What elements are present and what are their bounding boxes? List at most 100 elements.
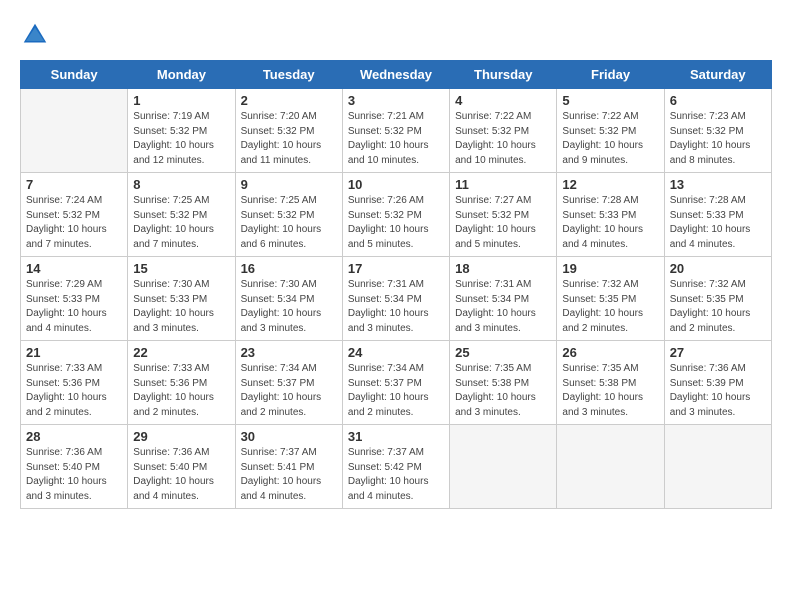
calendar-week-row: 14 Sunrise: 7:29 AM Sunset: 5:33 PM Dayli…: [21, 257, 772, 341]
day-of-week-header: Saturday: [664, 61, 771, 89]
calendar-week-row: 7 Sunrise: 7:24 AM Sunset: 5:32 PM Daylig…: [21, 173, 772, 257]
day-info: Sunrise: 7:28 AM Sunset: 5:33 PM Dayligh…: [562, 194, 658, 252]
calendar-day-cell: 11 Sunrise: 7:27 AM Sunset: 5:32 PM Dayli…: [450, 173, 557, 257]
day-info: Sunrise: 7:37 AM Sunset: 5:41 PM Dayligh…: [241, 446, 337, 504]
day-number: 18: [455, 261, 551, 276]
day-number: 13: [670, 177, 766, 192]
day-info: Sunrise: 7:33 AM Sunset: 5:36 PM Dayligh…: [26, 362, 122, 420]
day-number: 1: [133, 93, 229, 108]
day-of-week-header: Sunday: [21, 61, 128, 89]
day-number: 23: [241, 345, 337, 360]
calendar-day-cell: 6 Sunrise: 7:23 AM Sunset: 5:32 PM Daylig…: [664, 89, 771, 173]
calendar-week-row: 28Sunrise: 7:36 AM Sunset: 5:40 PM Dayli…: [21, 425, 772, 509]
day-info: Sunrise: 7:31 AM Sunset: 5:34 PM Dayligh…: [348, 278, 444, 336]
day-number: 9: [241, 177, 337, 192]
day-info: Sunrise: 7:19 AM Sunset: 5:32 PM Dayligh…: [133, 110, 229, 168]
calendar-day-cell: 24 Sunrise: 7:34 AM Sunset: 5:37 PM Dayli…: [342, 341, 449, 425]
day-info: Sunrise: 7:36 AM Sunset: 5:39 PM Dayligh…: [670, 362, 766, 420]
logo-icon: [20, 20, 50, 50]
calendar-day-cell: [557, 425, 664, 509]
calendar-day-cell: 5 Sunrise: 7:22 AM Sunset: 5:32 PM Daylig…: [557, 89, 664, 173]
day-info: Sunrise: 7:25 AM Sunset: 5:32 PM Dayligh…: [133, 194, 229, 252]
calendar-table: SundayMondayTuesdayWednesdayThursdayFrid…: [20, 60, 772, 509]
day-info: Sunrise: 7:32 AM Sunset: 5:35 PM Dayligh…: [670, 278, 766, 336]
day-number: 26: [562, 345, 658, 360]
calendar-day-cell: 22 Sunrise: 7:33 AM Sunset: 5:36 PM Dayli…: [128, 341, 235, 425]
calendar-day-cell: 31 Sunrise: 7:37 AM Sunset: 5:42 PM Dayli…: [342, 425, 449, 509]
calendar-day-cell: 10Sunrise: 7:26 AM Sunset: 5:32 PM Dayli…: [342, 173, 449, 257]
calendar-day-cell: 12 Sunrise: 7:28 AM Sunset: 5:33 PM Dayli…: [557, 173, 664, 257]
day-number: 27: [670, 345, 766, 360]
day-number: 8: [133, 177, 229, 192]
day-number: 6: [670, 93, 766, 108]
day-number: 22: [133, 345, 229, 360]
calendar-day-cell: 4 Sunrise: 7:22 AM Sunset: 5:32 PM Daylig…: [450, 89, 557, 173]
day-number: 19: [562, 261, 658, 276]
day-info: Sunrise: 7:31 AM Sunset: 5:34 PM Dayligh…: [455, 278, 551, 336]
day-info: Sunrise: 7:26 AM Sunset: 5:32 PM Dayligh…: [348, 194, 444, 252]
day-number: 4: [455, 93, 551, 108]
day-number: 25: [455, 345, 551, 360]
calendar-day-cell: 30 Sunrise: 7:37 AM Sunset: 5:41 PM Dayli…: [235, 425, 342, 509]
day-info: Sunrise: 7:32 AM Sunset: 5:35 PM Dayligh…: [562, 278, 658, 336]
calendar-day-cell: 7 Sunrise: 7:24 AM Sunset: 5:32 PM Daylig…: [21, 173, 128, 257]
calendar-day-cell: 21Sunrise: 7:33 AM Sunset: 5:36 PM Dayli…: [21, 341, 128, 425]
calendar-day-cell: 18 Sunrise: 7:31 AM Sunset: 5:34 PM Dayli…: [450, 257, 557, 341]
day-number: 29: [133, 429, 229, 444]
day-number: 16: [241, 261, 337, 276]
day-number: 24: [348, 345, 444, 360]
day-info: Sunrise: 7:28 AM Sunset: 5:33 PM Dayligh…: [670, 194, 766, 252]
day-info: Sunrise: 7:25 AM Sunset: 5:32 PM Dayligh…: [241, 194, 337, 252]
day-info: Sunrise: 7:27 AM Sunset: 5:32 PM Dayligh…: [455, 194, 551, 252]
day-number: 5: [562, 93, 658, 108]
day-number: 30: [241, 429, 337, 444]
day-of-week-header: Tuesday: [235, 61, 342, 89]
day-info: Sunrise: 7:29 AM Sunset: 5:33 PM Dayligh…: [26, 278, 122, 336]
day-info: Sunrise: 7:30 AM Sunset: 5:33 PM Dayligh…: [133, 278, 229, 336]
calendar-day-cell: 9 Sunrise: 7:25 AM Sunset: 5:32 PM Daylig…: [235, 173, 342, 257]
day-number: 12: [562, 177, 658, 192]
day-info: Sunrise: 7:30 AM Sunset: 5:34 PM Dayligh…: [241, 278, 337, 336]
day-info: Sunrise: 7:24 AM Sunset: 5:32 PM Dayligh…: [26, 194, 122, 252]
day-info: Sunrise: 7:35 AM Sunset: 5:38 PM Dayligh…: [562, 362, 658, 420]
calendar-day-cell: 14 Sunrise: 7:29 AM Sunset: 5:33 PM Dayli…: [21, 257, 128, 341]
day-info: Sunrise: 7:23 AM Sunset: 5:32 PM Dayligh…: [670, 110, 766, 168]
day-info: Sunrise: 7:34 AM Sunset: 5:37 PM Dayligh…: [348, 362, 444, 420]
calendar-day-cell: 15 Sunrise: 7:30 AM Sunset: 5:33 PM Dayli…: [128, 257, 235, 341]
calendar-header-row: SundayMondayTuesdayWednesdayThursdayFrid…: [21, 61, 772, 89]
calendar-day-cell: 17 Sunrise: 7:31 AM Sunset: 5:34 PM Dayli…: [342, 257, 449, 341]
day-info: Sunrise: 7:34 AM Sunset: 5:37 PM Dayligh…: [241, 362, 337, 420]
day-of-week-header: Thursday: [450, 61, 557, 89]
calendar-day-cell: 16 Sunrise: 7:30 AM Sunset: 5:34 PM Dayli…: [235, 257, 342, 341]
day-info: Sunrise: 7:33 AM Sunset: 5:36 PM Dayligh…: [133, 362, 229, 420]
day-info: Sunrise: 7:20 AM Sunset: 5:32 PM Dayligh…: [241, 110, 337, 168]
day-number: 14: [26, 261, 122, 276]
day-info: Sunrise: 7:36 AM Sunset: 5:40 PM Dayligh…: [26, 446, 122, 504]
day-number: 3: [348, 93, 444, 108]
calendar-day-cell: 3 Sunrise: 7:21 AM Sunset: 5:32 PM Daylig…: [342, 89, 449, 173]
calendar-day-cell: 27 Sunrise: 7:36 AM Sunset: 5:39 PM Dayli…: [664, 341, 771, 425]
day-number: 17: [348, 261, 444, 276]
day-info: Sunrise: 7:22 AM Sunset: 5:32 PM Dayligh…: [562, 110, 658, 168]
day-info: Sunrise: 7:21 AM Sunset: 5:32 PM Dayligh…: [348, 110, 444, 168]
day-number: 2: [241, 93, 337, 108]
day-info: Sunrise: 7:37 AM Sunset: 5:42 PM Dayligh…: [348, 446, 444, 504]
calendar-day-cell: 19 Sunrise: 7:32 AM Sunset: 5:35 PM Dayli…: [557, 257, 664, 341]
calendar-day-cell: 8 Sunrise: 7:25 AM Sunset: 5:32 PM Daylig…: [128, 173, 235, 257]
day-number: 31: [348, 429, 444, 444]
day-number: 20: [670, 261, 766, 276]
day-info: Sunrise: 7:36 AM Sunset: 5:40 PM Dayligh…: [133, 446, 229, 504]
day-of-week-header: Wednesday: [342, 61, 449, 89]
calendar-day-cell: 13 Sunrise: 7:28 AM Sunset: 5:33 PM Dayli…: [664, 173, 771, 257]
day-number: 15: [133, 261, 229, 276]
day-info: Sunrise: 7:35 AM Sunset: 5:38 PM Dayligh…: [455, 362, 551, 420]
day-number: 7: [26, 177, 122, 192]
day-of-week-header: Friday: [557, 61, 664, 89]
calendar-week-row: 21Sunrise: 7:33 AM Sunset: 5:36 PM Dayli…: [21, 341, 772, 425]
day-number: 11: [455, 177, 551, 192]
calendar-day-cell: 26 Sunrise: 7:35 AM Sunset: 5:38 PM Dayli…: [557, 341, 664, 425]
calendar-day-cell: [21, 89, 128, 173]
calendar-day-cell: 2 Sunrise: 7:20 AM Sunset: 5:32 PM Daylig…: [235, 89, 342, 173]
calendar-day-cell: 1 Sunrise: 7:19 AM Sunset: 5:32 PM Daylig…: [128, 89, 235, 173]
day-info: Sunrise: 7:22 AM Sunset: 5:32 PM Dayligh…: [455, 110, 551, 168]
